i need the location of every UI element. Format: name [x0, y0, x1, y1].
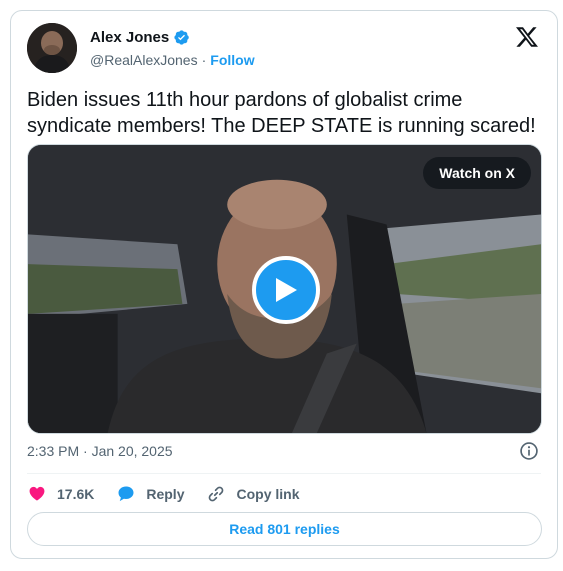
avatar-portrait: [27, 23, 77, 73]
divider: [27, 473, 541, 474]
copy-link-label: Copy link: [236, 486, 300, 502]
heart-icon: [29, 486, 45, 501]
like-action[interactable]: 17.6K: [27, 484, 94, 504]
tweet-timestamp[interactable]: 2:33 PM · Jan 20, 2025: [27, 443, 173, 459]
copy-link-action[interactable]: Copy link: [206, 484, 300, 504]
author-handle[interactable]: @RealAlexJones: [90, 52, 198, 68]
link-icon: [209, 486, 224, 502]
read-replies-button[interactable]: Read 801 replies: [27, 512, 542, 546]
action-bar: 17.6K Reply Copy link: [27, 483, 300, 505]
x-logo-icon[interactable]: [515, 25, 539, 49]
play-icon: [276, 278, 297, 302]
watch-on-x-button[interactable]: Watch on X: [423, 157, 531, 189]
avatar[interactable]: [27, 23, 77, 73]
follow-button[interactable]: Follow: [210, 52, 254, 68]
reply-bubble-icon: [118, 486, 134, 502]
info-icon[interactable]: [519, 441, 539, 461]
tweet-embed-card: Alex Jones @RealAlexJones · Follow Biden…: [10, 10, 558, 559]
handle-separator: ·: [201, 52, 207, 68]
tweet-text: Biden issues 11th hour pardons of global…: [27, 89, 536, 137]
author-handle-row: @RealAlexJones · Follow: [90, 52, 255, 68]
like-count: 17.6K: [57, 486, 95, 502]
author-name-row: Alex Jones: [90, 29, 190, 46]
author-name[interactable]: Alex Jones: [90, 29, 169, 46]
play-button[interactable]: [252, 256, 320, 324]
verified-badge-icon: [174, 30, 189, 45]
reply-label: Reply: [146, 486, 185, 502]
reply-action[interactable]: Reply: [116, 484, 184, 504]
video-player[interactable]: Watch on X: [27, 144, 542, 434]
